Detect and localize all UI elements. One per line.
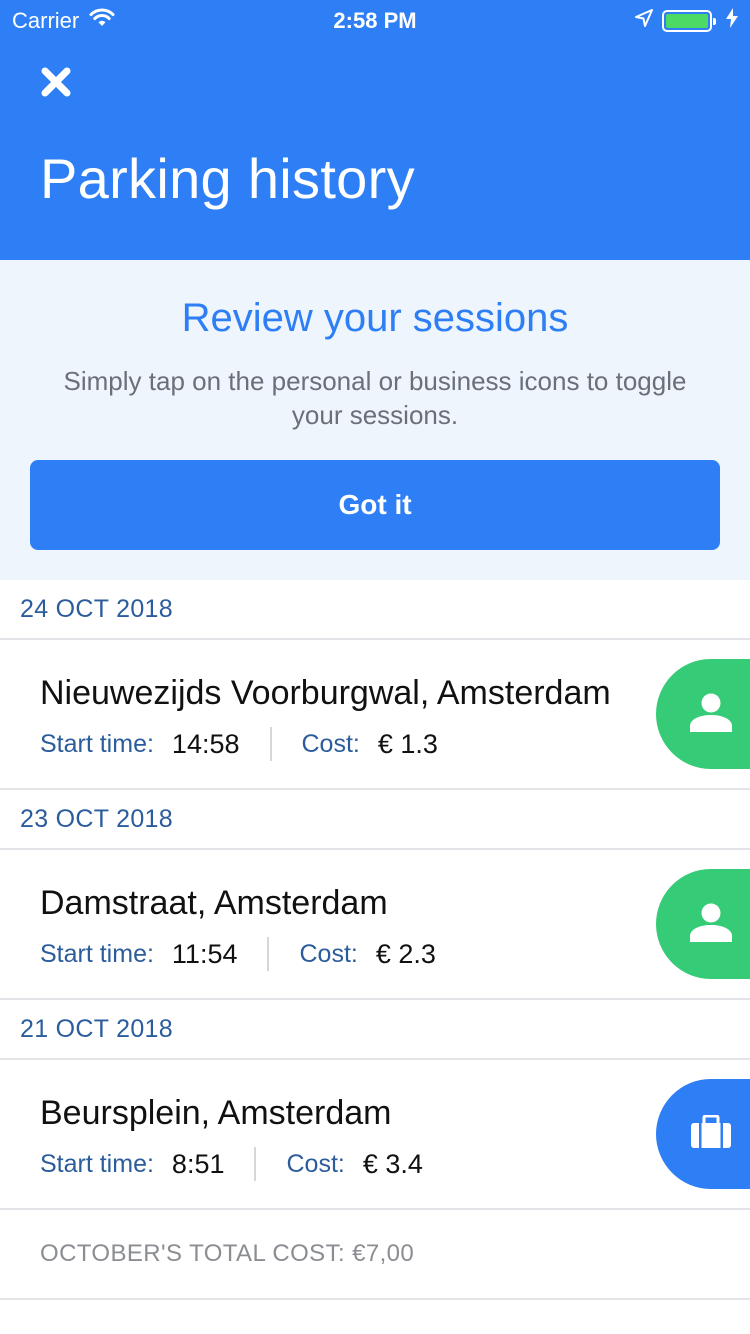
cost-label: Cost: [286, 1149, 345, 1178]
cost-label: Cost: [299, 939, 358, 968]
start-time-value: 8:51 [171, 1148, 225, 1179]
session-list: 24 OCT 2018 Nieuwezijds Voorburgwal, Ams… [0, 580, 750, 1300]
person-icon [688, 902, 734, 947]
status-bar: Carrier 2:58 PM [0, 0, 750, 40]
session-meta: Start time: 8:51 Cost: € 3.4 [40, 1146, 423, 1182]
cost-value: € 2.3 [375, 938, 436, 969]
review-tip-panel: Review your sessions Simply tap on the p… [0, 260, 750, 580]
session-location: Damstraat, Amsterdam [40, 884, 388, 922]
start-time-label: Start time: [40, 729, 154, 758]
close-button[interactable] [38, 66, 74, 102]
cost-value: € 3.4 [362, 1148, 423, 1179]
start-time-label: Start time: [40, 939, 154, 968]
personal-toggle-button[interactable] [656, 659, 750, 769]
person-icon [688, 692, 734, 737]
location-arrow-icon [634, 8, 654, 34]
session-location: Beursplein, Amsterdam [40, 1094, 392, 1132]
date-header: 24 OCT 2018 [0, 580, 750, 640]
session-location: Nieuwezijds Voorburgwal, Amsterdam [40, 674, 611, 712]
start-time-value: 14:58 [171, 728, 240, 759]
start-time-value: 11:54 [171, 938, 238, 969]
status-right [634, 8, 738, 34]
page-title: Parking history [40, 147, 415, 210]
session-row[interactable]: Beursplein, Amsterdam Start time: 8:51 C… [0, 1060, 750, 1210]
start-time-label: Start time: [40, 1149, 154, 1178]
got-it-button[interactable]: Got it [30, 460, 720, 550]
session-row[interactable]: Nieuwezijds Voorburgwal, Amsterdam Start… [0, 640, 750, 790]
meta-divider [267, 937, 270, 971]
monthly-total: OCTOBER'S TOTAL COST: €7,00 [0, 1210, 750, 1300]
date-header: 23 OCT 2018 [0, 790, 750, 850]
cost-label: Cost: [301, 729, 360, 758]
app-header: Carrier 2:58 PM Parking history [0, 0, 750, 260]
session-meta: Start time: 14:58 Cost: € 1.3 [40, 726, 438, 762]
personal-toggle-button[interactable] [656, 869, 750, 979]
session-meta: Start time: 11:54 Cost: € 2.3 [40, 936, 436, 972]
session-row[interactable]: Damstraat, Amsterdam Start time: 11:54 C… [0, 850, 750, 1000]
charging-bolt-icon [726, 8, 738, 34]
battery-level [666, 14, 708, 28]
meta-divider [254, 1147, 257, 1181]
date-header: 21 OCT 2018 [0, 1000, 750, 1060]
cost-value: € 1.3 [377, 728, 438, 759]
tip-body: Simply tap on the personal or business i… [63, 366, 687, 430]
tip-title: Review your sessions [181, 296, 569, 340]
meta-divider [269, 727, 272, 761]
business-toggle-button[interactable] [656, 1079, 750, 1189]
close-icon [41, 67, 71, 102]
battery-icon [662, 10, 716, 32]
briefcase-icon [690, 1114, 732, 1154]
